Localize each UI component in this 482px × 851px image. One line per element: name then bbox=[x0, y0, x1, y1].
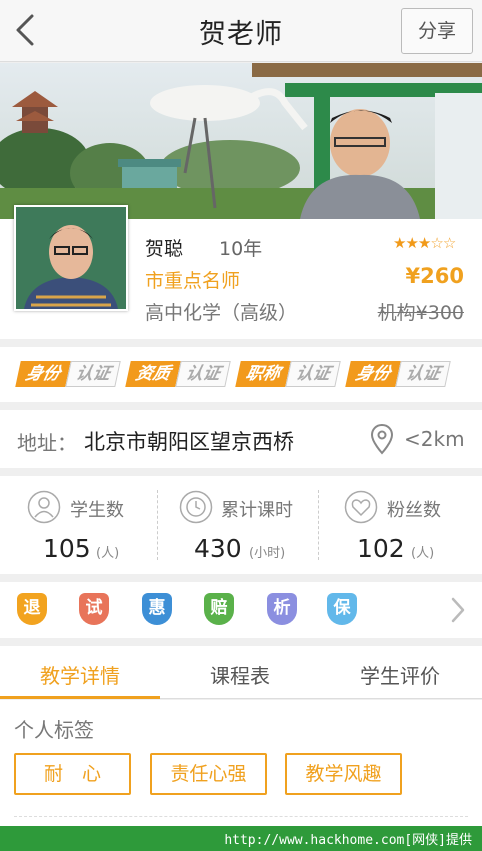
stat-value: 102 bbox=[357, 534, 405, 563]
price: ¥260 bbox=[405, 264, 464, 288]
badge-type: 身份 bbox=[345, 361, 401, 387]
stat-fans: 粉丝数 102 (人) bbox=[320, 476, 480, 574]
star-empty-icon: ☆ bbox=[442, 234, 456, 252]
section-title: 个人标签 bbox=[14, 718, 94, 742]
badge-identity: 身份 认证 bbox=[15, 361, 121, 387]
stats-panel: 学生数 105 (人) 累计课时 430 (小时) 粉丝数 102 (人) bbox=[0, 476, 482, 574]
service-discount-icon: 惠 bbox=[142, 593, 172, 627]
teacher-level: 市重点名师 bbox=[145, 270, 241, 292]
distance: <2km bbox=[404, 427, 465, 451]
badge-status: 认证 bbox=[395, 361, 451, 387]
personal-tags-section: 个人标签 耐 心 责任心强 教学风趣 bbox=[0, 700, 482, 826]
tab-bar: 教学详情 课程表 学生评价 bbox=[0, 646, 482, 699]
badge-type: 身份 bbox=[15, 361, 71, 387]
address-row[interactable]: 地址： 北京市朝阳区望京西桥 <2km bbox=[0, 410, 482, 468]
badge-title: 职称 认证 bbox=[235, 361, 341, 387]
rating-stars: ★★★☆☆ bbox=[393, 234, 456, 252]
address-text: 北京市朝阳区望京西桥 bbox=[84, 430, 294, 454]
stat-value: 105 bbox=[43, 534, 91, 563]
badge-type: 资质 bbox=[125, 361, 181, 387]
service-label: 惠 bbox=[142, 593, 172, 625]
nav-bar: 贺老师 分享 bbox=[0, 0, 482, 62]
badge-type: 职称 bbox=[235, 361, 291, 387]
service-label: 保 bbox=[327, 593, 357, 625]
service-refund-icon: 退 bbox=[17, 593, 47, 627]
stat-unit: (小时) bbox=[249, 546, 286, 561]
stat-unit: (人) bbox=[96, 546, 120, 561]
service-compensation-icon: 赔 bbox=[204, 593, 234, 627]
badge-status: 认证 bbox=[285, 361, 341, 387]
teaching-years: 10年 bbox=[219, 238, 263, 260]
chevron-right-icon bbox=[451, 597, 465, 623]
tab-schedule[interactable]: 课程表 bbox=[160, 660, 320, 689]
teacher-info-card: 贺聪 10年 ★★★☆☆ 市重点名师 ¥260 高中化学（高级） 机构¥300 bbox=[0, 205, 482, 339]
stat-label: 粉丝数 bbox=[387, 500, 441, 521]
location-pin-icon bbox=[370, 423, 394, 455]
stat-value: 430 bbox=[194, 534, 242, 563]
star-filled-icon: ★ bbox=[393, 234, 406, 252]
service-label: 赔 bbox=[204, 593, 234, 625]
original-price: 机构¥300 bbox=[377, 302, 464, 324]
badge-identity-2: 身份 认证 bbox=[345, 361, 451, 387]
badge-status: 认证 bbox=[65, 361, 121, 387]
service-label: 试 bbox=[79, 593, 109, 625]
service-label: 析 bbox=[267, 593, 297, 625]
stat-unit: (人) bbox=[411, 546, 435, 561]
address-label: 地址： bbox=[17, 431, 77, 455]
person-icon bbox=[27, 490, 61, 524]
tab-student-reviews[interactable]: 学生评价 bbox=[320, 660, 480, 689]
active-tab-indicator bbox=[0, 696, 160, 699]
divider bbox=[14, 816, 468, 817]
tab-teaching-details[interactable]: 教学详情 bbox=[0, 660, 160, 689]
stat-label: 累计课时 bbox=[221, 500, 293, 521]
stat-label: 学生数 bbox=[70, 500, 124, 521]
star-filled-icon: ★ bbox=[417, 234, 431, 252]
badge-status: 认证 bbox=[175, 361, 231, 387]
divider bbox=[157, 490, 158, 560]
service-label: 退 bbox=[17, 593, 47, 625]
tag-item: 责任心强 bbox=[150, 753, 267, 795]
watermark-bar: http://www.hackhome.com[网侠]提供 bbox=[0, 826, 482, 851]
divider bbox=[318, 490, 319, 560]
clock-icon bbox=[179, 490, 213, 524]
certification-badges: 身份 认证 资质 认证 职称 认证 身份 认证 bbox=[0, 347, 482, 402]
star-empty-icon: ☆ bbox=[430, 234, 443, 252]
watermark-text: http://www.hackhome.com[网侠]提供 bbox=[224, 833, 472, 848]
service-guarantees[interactable]: 退 试 惠 赔 析 保 bbox=[0, 582, 482, 638]
teacher-avatar[interactable] bbox=[14, 205, 128, 311]
teacher-name: 贺聪 bbox=[145, 238, 184, 260]
stat-hours: 累计课时 430 (小时) bbox=[160, 476, 320, 574]
stat-students: 学生数 105 (人) bbox=[0, 476, 160, 574]
service-guarantee-icon: 保 bbox=[327, 593, 357, 627]
heart-icon bbox=[344, 490, 378, 524]
badge-qualification: 资质 认证 bbox=[125, 361, 231, 387]
share-button[interactable]: 分享 bbox=[401, 8, 473, 54]
teacher-subject: 高中化学（高级） bbox=[145, 302, 298, 324]
teacher-profile-page: 贺老师 分享 贺聪 10年 ★★★☆☆ 市重点名师 ¥260 高中化学（高级） … bbox=[0, 0, 482, 851]
service-analysis-icon: 析 bbox=[267, 593, 297, 627]
star-filled-icon: ★ bbox=[405, 234, 418, 252]
tag-item: 耐 心 bbox=[14, 753, 131, 795]
banner-image bbox=[0, 63, 482, 219]
tag-item: 教学风趣 bbox=[285, 753, 402, 795]
service-trial-icon: 试 bbox=[79, 593, 109, 627]
